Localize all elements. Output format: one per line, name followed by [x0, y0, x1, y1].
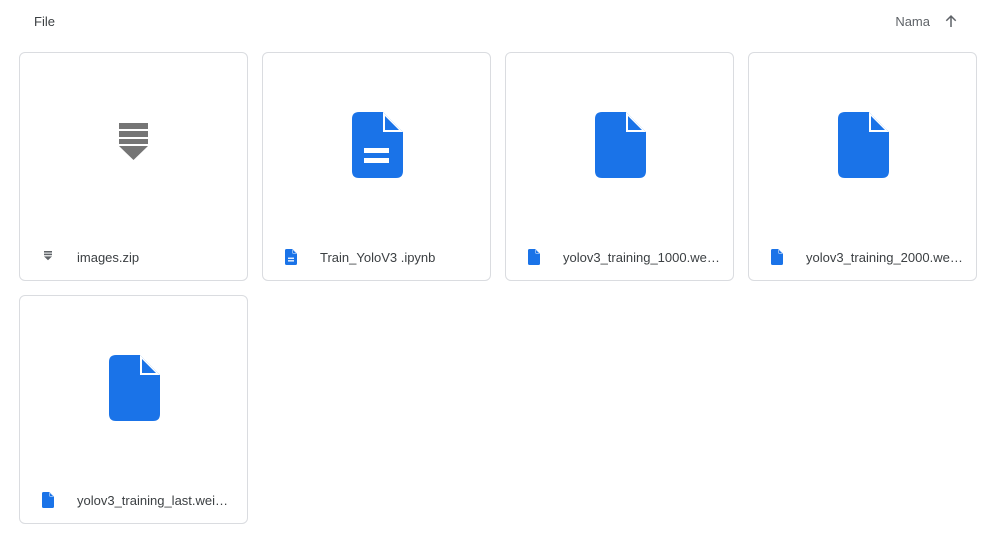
zip-icon [118, 122, 148, 160]
file-card[interactable]: yolov3_training_2000.wei… [748, 52, 977, 281]
file-card[interactable]: images.zip [19, 52, 248, 281]
file-card[interactable]: yolov3_training_1000.wei… [505, 52, 734, 281]
file-name: yolov3_training_1000.wei… [563, 249, 721, 265]
file-icon [528, 249, 540, 265]
file-preview [506, 53, 733, 236]
file-footer: yolov3_training_2000.wei… [749, 234, 976, 280]
zip-icon [44, 251, 52, 261]
file-footer: Train_YoloV3 .ipynb [263, 234, 490, 280]
file-icon [771, 249, 783, 265]
google-doc-icon [351, 111, 403, 178]
google-doc-icon [285, 249, 297, 265]
file-footer: yolov3_training_1000.wei… [506, 234, 733, 280]
file-icon [594, 111, 646, 178]
file-card[interactable]: yolov3_training_last.weig… [19, 295, 248, 524]
sort-label: Nama [895, 13, 930, 29]
file-footer: yolov3_training_last.weig… [20, 477, 247, 523]
file-name: yolov3_training_2000.wei… [806, 249, 964, 265]
file-name: images.zip [77, 249, 140, 265]
sort-by-name-button[interactable]: Nama [895, 8, 960, 34]
file-preview [20, 296, 247, 479]
file-icon [108, 354, 160, 421]
file-name: Train_YoloV3 .ipynb [320, 249, 436, 265]
file-grid: images.zip Train_YoloV3 .ipynb yolov3_tr… [19, 52, 977, 524]
file-preview [749, 53, 976, 236]
file-preview [20, 53, 247, 236]
arrow-up-icon [945, 15, 957, 27]
file-footer: images.zip [20, 234, 247, 280]
files-header: File Nama [0, 0, 1008, 42]
section-title: File [34, 14, 55, 29]
file-card[interactable]: Train_YoloV3 .ipynb [262, 52, 491, 281]
file-icon [42, 492, 54, 508]
file-name: yolov3_training_last.weig… [77, 492, 235, 508]
file-icon [837, 111, 889, 178]
file-preview [263, 53, 490, 236]
